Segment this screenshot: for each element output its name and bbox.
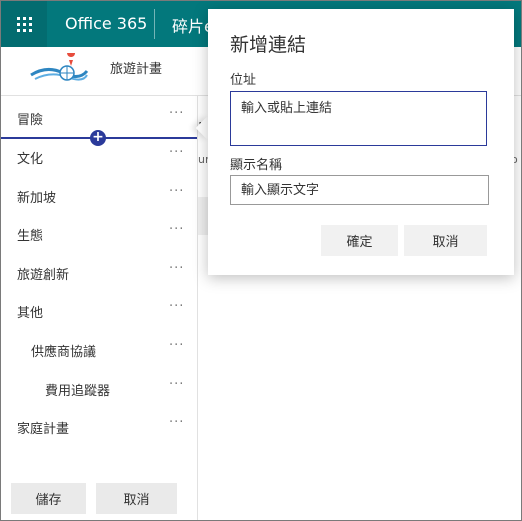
more-options-icon[interactable]: ··· (169, 184, 184, 199)
site-title[interactable]: 旅遊計畫 (110, 58, 162, 77)
cancel-button[interactable]: 取消 (96, 483, 177, 514)
app-launcher-button[interactable] (1, 1, 47, 47)
dialog-cancel-button[interactable]: 取消 (404, 225, 487, 256)
nav-item-adventure[interactable]: 冒險 ··· (1, 102, 197, 132)
add-link-dialog: 新增連結 位址 輸入或貼上連結 顯示名稱 輸入顯示文字 確定 取消 (208, 9, 514, 275)
nav-item-culture[interactable]: 文化 ··· (1, 141, 197, 171)
more-options-icon[interactable]: ··· (169, 338, 184, 353)
nav-item-expense-tracker[interactable]: 費用追蹤器 ··· (1, 373, 197, 403)
nav-item-vendor-agreements[interactable]: 供應商協議 ··· (1, 334, 197, 364)
more-options-icon[interactable]: ··· (169, 377, 184, 392)
nav-item-label: 供應商協議 (31, 345, 97, 360)
nav-item-label: 生態 (17, 229, 44, 244)
dialog-title: 新增連結 (230, 34, 307, 56)
nav-item-travel-innovation[interactable]: 旅遊創新 ··· (1, 257, 197, 287)
suite-divider (154, 9, 155, 39)
nav-item-other[interactable]: 其他 ··· (1, 295, 197, 325)
nav-item-label: 旅遊創新 (17, 268, 70, 283)
left-navigation: 冒險 ··· + 文化 ··· 新加坡 ··· 生態 ··· 旅遊創新 ··· … (1, 96, 198, 520)
more-options-icon[interactable]: ··· (169, 145, 184, 160)
nav-item-label: 家庭計畫 (17, 422, 70, 437)
more-options-icon[interactable]: ··· (169, 415, 184, 430)
more-options-icon[interactable]: ··· (169, 106, 184, 121)
nav-item-label: 其他 (17, 306, 44, 321)
more-options-icon[interactable]: ··· (169, 299, 184, 314)
nav-item-label: 文化 (17, 152, 44, 167)
nav-item-label: 費用追蹤器 (45, 384, 111, 399)
ok-button[interactable]: 確定 (321, 225, 398, 256)
more-options-icon[interactable]: ··· (169, 261, 184, 276)
display-name-input[interactable]: 輸入顯示文字 (230, 175, 489, 205)
address-input[interactable]: 輸入或貼上連結 (230, 91, 487, 146)
app-frame: Office 365 碎片e 旅遊計畫 冒險 ··· + 文化 ··· 新加坡 … (0, 0, 522, 521)
site-logo (30, 53, 89, 81)
more-options-icon[interactable]: ··· (169, 222, 184, 237)
nav-item-singapore[interactable]: 新加坡 ··· (1, 180, 197, 210)
nav-item-ecology[interactable]: 生態 ··· (1, 218, 197, 248)
address-label: 位址 (230, 73, 257, 88)
nav-item-family-plan[interactable]: 家庭計畫 ··· (1, 411, 197, 441)
waffle-icon (16, 16, 32, 32)
nav-item-label: 新加坡 (17, 191, 57, 206)
save-button[interactable]: 儲存 (11, 483, 86, 514)
display-name-label: 顯示名稱 (230, 158, 283, 173)
office-brand-link[interactable]: Office 365 (65, 14, 147, 33)
nav-item-label: 冒險 (17, 113, 44, 128)
